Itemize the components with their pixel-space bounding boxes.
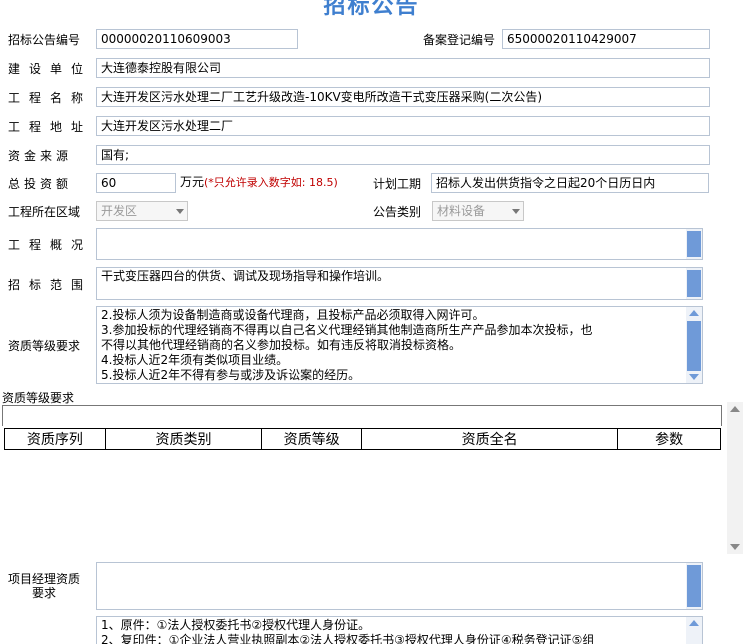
- scroll-thumb[interactable]: [687, 565, 701, 607]
- qualification-scrollbar[interactable]: [686, 307, 702, 383]
- record-no-field[interactable]: 65000020110429007: [502, 29, 710, 49]
- investment-unit: 万元: [180, 175, 205, 189]
- chevron-down-icon: [176, 209, 184, 214]
- scroll-thumb[interactable]: [687, 231, 701, 257]
- qual-table-section-label: 资质等级要求: [2, 391, 75, 405]
- notice-no-label: 招标公告编号: [8, 33, 81, 47]
- documents-line: 2、复印件：①企业法人营业执照副本②法人授权委托书③授权代理人身份证④税务登记证…: [101, 633, 595, 644]
- qualification-line: 不得以其他代理经销商的名义参加投标。如有违反将取消投标资格。: [101, 338, 462, 352]
- col-header-sequence[interactable]: 资质序列: [4, 428, 106, 450]
- investment-note: (*只允许录入数字如: 18.5): [204, 176, 338, 189]
- qual-table-toolbar: [2, 405, 722, 426]
- col-header-fullname[interactable]: 资质全名: [360, 428, 619, 450]
- investment-label: 总投资额: [8, 177, 73, 191]
- scroll-up-icon[interactable]: [730, 406, 740, 412]
- qualification-line: 3.参加投标的代理经销商不得再以自己名义代理经销其他制造商所生产产品参加本次投标…: [101, 323, 593, 337]
- pm-scrollbar[interactable]: [686, 563, 702, 609]
- region-select[interactable]: 开发区: [96, 201, 188, 221]
- notice-no-field[interactable]: 00000020110609003: [96, 29, 298, 49]
- scroll-up-icon[interactable]: [689, 310, 699, 316]
- overview-scrollbar[interactable]: [686, 229, 702, 259]
- investment-unit-group: 万元(*只允许录入数字如: 18.5): [180, 174, 338, 191]
- qualification-textarea[interactable]: 2.投标人须为设备制造商或设备代理商，且投标产品必须取得入网许可。 3.参加投标…: [96, 306, 703, 384]
- chevron-down-icon: [512, 209, 520, 214]
- investment-field[interactable]: 60: [96, 173, 176, 193]
- table-header-row: 资质序列 资质类别 资质等级 资质全名 参数: [4, 428, 721, 450]
- overview-label: 工程概况: [8, 238, 93, 252]
- schedule-field[interactable]: 招标人发出供货指令之日起20个日历日内: [431, 173, 709, 193]
- page-scrollbar[interactable]: [727, 402, 743, 554]
- builder-field[interactable]: 大连德泰控股有限公司: [96, 58, 710, 78]
- category-select[interactable]: 材料设备: [432, 201, 524, 221]
- col-header-params[interactable]: 参数: [617, 428, 721, 450]
- qual-table: 资质序列 资质类别 资质等级 资质全名 参数: [4, 428, 721, 450]
- project-address-field[interactable]: 大连开发区污水处理二厂: [96, 116, 710, 136]
- col-header-grade[interactable]: 资质等级: [261, 428, 362, 450]
- scroll-down-icon[interactable]: [730, 544, 740, 550]
- pm-label-line2: 要求: [32, 586, 57, 600]
- region-value: 开发区: [101, 204, 138, 218]
- project-address-label: 工程地址: [8, 120, 93, 134]
- scope-label: 招标范围: [8, 278, 93, 292]
- schedule-label: 计划工期: [373, 177, 422, 191]
- fund-source-field[interactable]: 国有;: [96, 145, 710, 165]
- page-title: 招标公告: [323, 0, 420, 19]
- region-label: 工程所在区域: [8, 205, 81, 219]
- scope-textarea[interactable]: 干式变压器四台的供货、调试及现场指导和操作培训。: [96, 267, 703, 300]
- builder-label: 建设单位: [8, 62, 93, 76]
- scroll-down-icon[interactable]: [689, 374, 699, 380]
- scope-scrollbar[interactable]: [686, 268, 702, 299]
- overview-textarea[interactable]: [96, 228, 703, 260]
- scroll-up-icon[interactable]: [689, 620, 699, 626]
- project-name-field[interactable]: 大连开发区污水处理二厂工艺升级改造-10KV变电所改造干式变压器采购(二次公告): [96, 87, 710, 107]
- fund-source-label: 资金来源: [8, 149, 73, 163]
- col-header-category[interactable]: 资质类别: [104, 428, 263, 450]
- category-label: 公告类别: [373, 205, 422, 219]
- scope-text: 干式变压器四台的供货、调试及现场指导和操作培训。: [101, 269, 390, 283]
- qualification-label: 资质等级要求: [8, 339, 81, 353]
- scroll-thumb[interactable]: [687, 321, 701, 371]
- documents-textarea[interactable]: 1、原件：①法人授权委托书②授权代理人身份证。 2、复印件：①企业法人营业执照副…: [96, 616, 703, 644]
- qualification-line: 2.投标人须为设备制造商或设备代理商，且投标产品必须取得入网许可。: [101, 308, 485, 322]
- documents-line: 1、原件：①法人授权委托书②授权代理人身份证。: [101, 618, 371, 632]
- qualification-line: 5.投标人近2年不得有参与或涉及诉讼案的经历。: [101, 368, 361, 382]
- project-name-label: 工程名称: [8, 91, 93, 105]
- documents-scrollbar[interactable]: [686, 617, 702, 644]
- pm-textarea[interactable]: [96, 562, 703, 610]
- category-value: 材料设备: [437, 204, 486, 218]
- record-no-label: 备案登记编号: [423, 33, 496, 47]
- scroll-thumb[interactable]: [687, 270, 701, 297]
- qualification-line: 4.投标人近2年须有类似项目业绩。: [101, 353, 289, 367]
